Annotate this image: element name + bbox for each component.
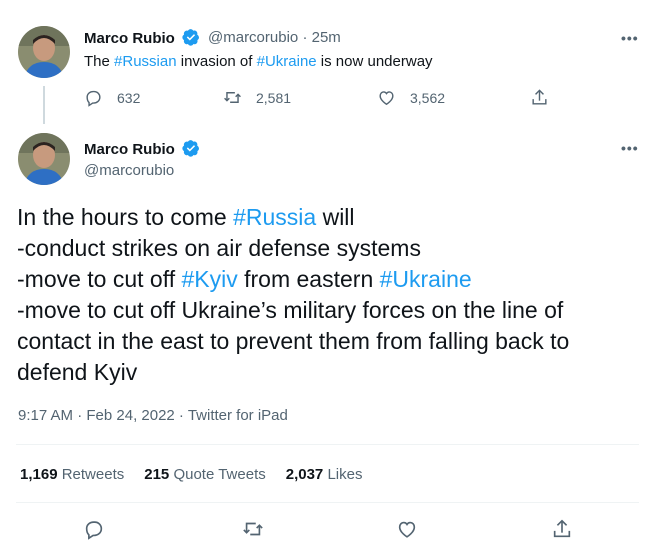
tweet-meta: @marcorubio · 25m: [208, 29, 341, 46]
retweets-count: 1,169: [20, 466, 58, 483]
avatar-image: [18, 133, 70, 185]
tweet-text-part: The: [84, 53, 115, 70]
hashtag-link[interactable]: #Russian: [114, 53, 177, 70]
author-handle[interactable]: @marcorubio: [84, 162, 174, 179]
likes-stat[interactable]: 2,037 Likes: [286, 466, 363, 483]
author-name-text: Marco Rubio: [84, 30, 175, 47]
retweet-icon: [224, 92, 241, 103]
tweet-text-part: In the hours to come: [17, 204, 234, 230]
share-icon[interactable]: [551, 518, 573, 540]
retweet-count: 2,581: [256, 89, 292, 106]
tweet-line: -move to cut off #Kyiv from eastern #Ukr…: [17, 264, 647, 295]
more-icon[interactable]: •••: [621, 140, 639, 156]
tweet-timestamp[interactable]: 9:17 AM · Feb 24, 2022 · Twitter for iPa…: [18, 407, 288, 424]
quote-tweets-label: Quote Tweets: [173, 466, 266, 483]
thread-connector-line: [43, 86, 45, 124]
tweet-line: In the hours to come #Russia will: [17, 202, 647, 233]
hashtag-link[interactable]: #Russia: [233, 204, 316, 230]
tweet-text-part: from eastern: [237, 266, 380, 292]
tweet-time[interactable]: 25m: [312, 29, 341, 46]
author-handle[interactable]: @marcorubio: [208, 29, 298, 46]
tweet-line: contact in the east to prevent them from…: [17, 328, 570, 354]
tweet-text-part: -move to cut off: [17, 266, 182, 292]
avatar-image: [18, 26, 70, 78]
hashtag-link[interactable]: #Kyiv: [181, 266, 237, 292]
hashtag-link[interactable]: #Ukraine: [380, 266, 472, 292]
tweet-line: -move to cut off Ukraine’s military forc…: [17, 297, 564, 323]
verified-badge-icon: [182, 29, 200, 46]
like-icon: [379, 91, 394, 106]
quote-tweets-stat[interactable]: 215 Quote Tweets: [144, 466, 265, 483]
share-icon: [532, 89, 547, 105]
divider: [16, 444, 639, 445]
retweet-icon[interactable]: [242, 518, 264, 540]
likes-label: Likes: [327, 466, 363, 483]
tweet-text-part: will: [316, 204, 355, 230]
tweet-text-part: invasion of: [176, 53, 257, 70]
quote-tweets-count: 215: [144, 466, 170, 483]
avatar[interactable]: [18, 133, 70, 185]
hashtag-link[interactable]: #Ukraine: [257, 53, 317, 70]
author-name[interactable]: Marco Rubio: [84, 139, 200, 158]
share-button[interactable]: [530, 88, 549, 107]
reply-icon[interactable]: [83, 518, 105, 540]
retweets-stat[interactable]: 1,169 Retweets: [20, 466, 124, 483]
meta-separator: ·: [302, 29, 308, 46]
tweet-text-part: is now underway: [316, 53, 433, 70]
more-icon[interactable]: •••: [621, 30, 639, 46]
like-icon[interactable]: [396, 518, 418, 540]
divider: [16, 502, 639, 503]
retweet-button[interactable]: 2,581: [223, 88, 291, 107]
author-name-text: Marco Rubio: [84, 141, 175, 158]
avatar[interactable]: [18, 26, 70, 78]
tweet-text: In the hours to come #Russia will -condu…: [17, 202, 647, 388]
reply-icon: [86, 90, 101, 107]
engagement-stats: 1,169 Retweets 215 Quote Tweets 2,037 Li…: [20, 466, 362, 483]
author-name[interactable]: Marco Rubio: [84, 28, 200, 47]
tweet-text: The #Russian invasion of #Ukraine is now…: [84, 53, 433, 70]
reply-button[interactable]: 632: [84, 88, 140, 107]
tweet-line: defend Kyiv: [17, 359, 138, 385]
verified-badge-icon: [182, 140, 200, 157]
reply-count: 632: [117, 89, 141, 106]
retweets-label: Retweets: [61, 466, 125, 483]
like-count: 3,562: [410, 89, 446, 106]
like-button[interactable]: 3,562: [377, 88, 445, 107]
tweet-line: -conduct strikes on air defense systems: [17, 235, 421, 261]
likes-count: 2,037: [285, 466, 324, 483]
